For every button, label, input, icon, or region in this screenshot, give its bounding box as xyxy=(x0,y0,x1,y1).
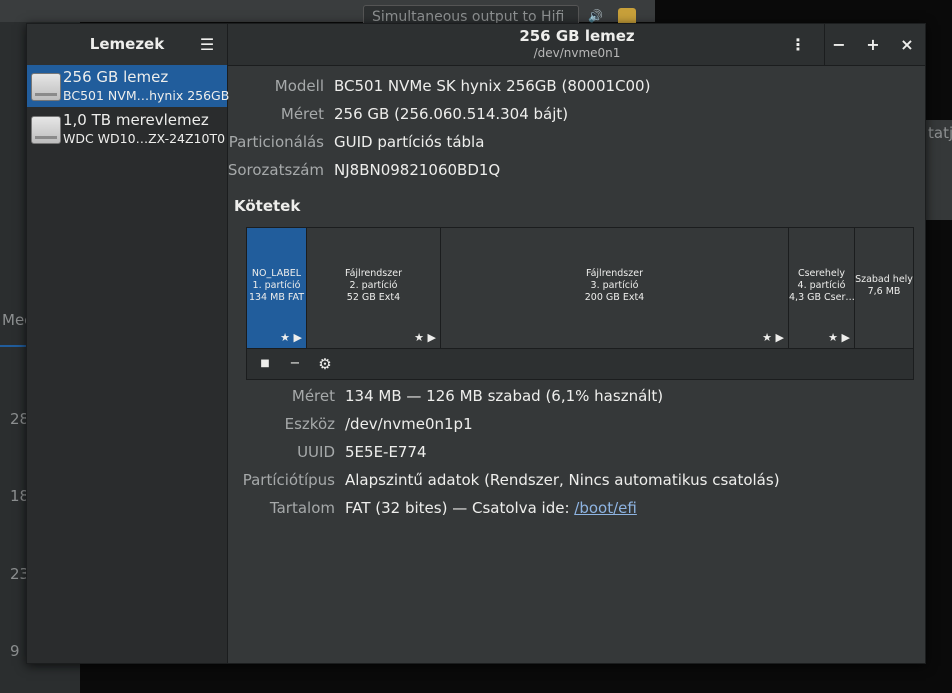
star-play-icon: ★ ▶ xyxy=(762,331,784,344)
header-bar: Lemezek ☰ 256 GB lemez /dev/nvme0n1 ⋮ − … xyxy=(27,24,925,66)
volume-partition-2[interactable]: Fájlrendszer 2. partíció 52 GB Ext4 ★ ▶ xyxy=(307,228,441,348)
star-play-icon: ★ ▶ xyxy=(414,331,436,344)
partition-type-value: Alapszintű adatok (Rendszer, Nincs autom… xyxy=(345,471,780,489)
volume-label: Fájlrendszer 2. partíció 52 GB Ext4 xyxy=(345,268,402,303)
mount-point-link[interactable]: /boot/efi xyxy=(574,499,637,517)
contents-value: FAT (32 bites) — Csatolva ide: /boot/efi xyxy=(345,499,637,517)
kebab-icon[interactable]: ⋮ xyxy=(786,33,810,57)
device-label: Eszköz xyxy=(284,415,335,433)
drive-item-1tb[interactable]: 1,0 TB merevlemez WDC WD10…ZX-24Z10T0 xyxy=(27,108,227,150)
drive-model: BC501 NVM…hynix 256GB xyxy=(63,88,230,103)
uuid-value: 5E5E-E774 xyxy=(345,443,427,461)
background-right-partial-text: tatj xyxy=(928,124,952,142)
drive-list: 256 GB lemez BC501 NVM…hynix 256GB 1,0 T… xyxy=(27,65,230,663)
window-subtitle: /dev/nvme0n1 xyxy=(533,46,621,60)
star-play-icon: ★ ▶ xyxy=(828,331,850,344)
volume-label: Cserehely 4. partíció 4,3 GB Cser… xyxy=(789,268,854,303)
volume-partition-4[interactable]: Cserehely 4. partíció 4,3 GB Cser… ★ ▶ xyxy=(789,228,855,348)
volume-free-space[interactable]: Szabad hely 7,6 MB xyxy=(855,228,913,348)
contents-text: FAT (32 bites) — Csatolva ide: xyxy=(345,499,570,517)
volumes-box: NO_LABEL 1. partíció 134 MB FAT ★ ▶ Fájlre… xyxy=(246,227,914,380)
uuid-label: UUID xyxy=(297,443,335,461)
star-play-icon: ★ ▶ xyxy=(280,331,302,344)
volume-toolbar: ■ − ⚙ xyxy=(247,349,913,379)
window-title: 256 GB lemez xyxy=(519,27,635,45)
partitioning-value: GUID partíciós tábla xyxy=(334,133,485,151)
volume-bar: NO_LABEL 1. partíció 134 MB FAT ★ ▶ Fájlre… xyxy=(247,228,913,349)
partition-size-value: 134 MB — 126 MB szabad (6,1% használt) xyxy=(345,387,664,405)
stop-button[interactable]: ■ xyxy=(254,353,276,375)
size-label: Méret xyxy=(280,105,324,123)
size-value: 256 GB (256.060.514.304 bájt) xyxy=(334,105,569,123)
drive-model: WDC WD10…ZX-24Z10T0 xyxy=(63,131,226,146)
device-value: /dev/nvme0n1p1 xyxy=(345,415,473,433)
volume-label: NO_LABEL 1. partíció 134 MB FAT xyxy=(248,268,305,303)
volume-partition-1[interactable]: NO_LABEL 1. partíció 134 MB FAT ★ ▶ xyxy=(247,228,307,348)
disks-window: Lemezek ☰ 256 GB lemez /dev/nvme0n1 ⋮ − … xyxy=(26,23,926,664)
serial-value: NJ8BN09821060BD1Q xyxy=(334,161,501,179)
hamburger-icon[interactable]: ☰ xyxy=(195,33,219,57)
drive-name: 256 GB lemez xyxy=(63,68,169,86)
drive-name: 1,0 TB merevlemez xyxy=(63,111,209,129)
partitioning-label: Particionálás xyxy=(228,133,324,151)
serial-label: Sorozatszám xyxy=(227,161,324,179)
volume-label: Fájlrendszer 3. partíció 200 GB Ext4 xyxy=(584,268,645,303)
partition-type-label: Partíciótípus xyxy=(242,471,335,489)
hard-disk-icon xyxy=(31,73,61,101)
contents-label: Tartalom xyxy=(269,499,335,517)
volume-partition-3[interactable]: Fájlrendszer 3. partíció 200 GB Ext4 ★ ▶ xyxy=(441,228,789,348)
minimize-button[interactable]: − xyxy=(827,33,851,57)
maximize-button[interactable]: + xyxy=(861,33,885,57)
close-button[interactable]: × xyxy=(895,33,919,57)
drive-item-256gb[interactable]: 256 GB lemez BC501 NVM…hynix 256GB xyxy=(27,65,230,107)
partition-size-label: Méret xyxy=(291,387,335,405)
drive-details: Modell BC501 NVMe SK hynix 256GB (80001C… xyxy=(228,65,925,663)
hard-disk-icon xyxy=(31,116,61,144)
model-value: BC501 NVMe SK hynix 256GB (80001C00) xyxy=(334,77,651,95)
model-label: Modell xyxy=(274,77,324,95)
sidebar-header: Lemezek ☰ xyxy=(27,24,228,65)
gears-icon[interactable]: ⚙ xyxy=(314,353,336,375)
remove-partition-button[interactable]: − xyxy=(284,353,306,375)
volume-label: Szabad hely 7,6 MB xyxy=(855,274,913,297)
background-number-4: 9 xyxy=(10,642,20,660)
volumes-title: Kötetek xyxy=(234,197,301,215)
header-separator xyxy=(824,24,825,65)
